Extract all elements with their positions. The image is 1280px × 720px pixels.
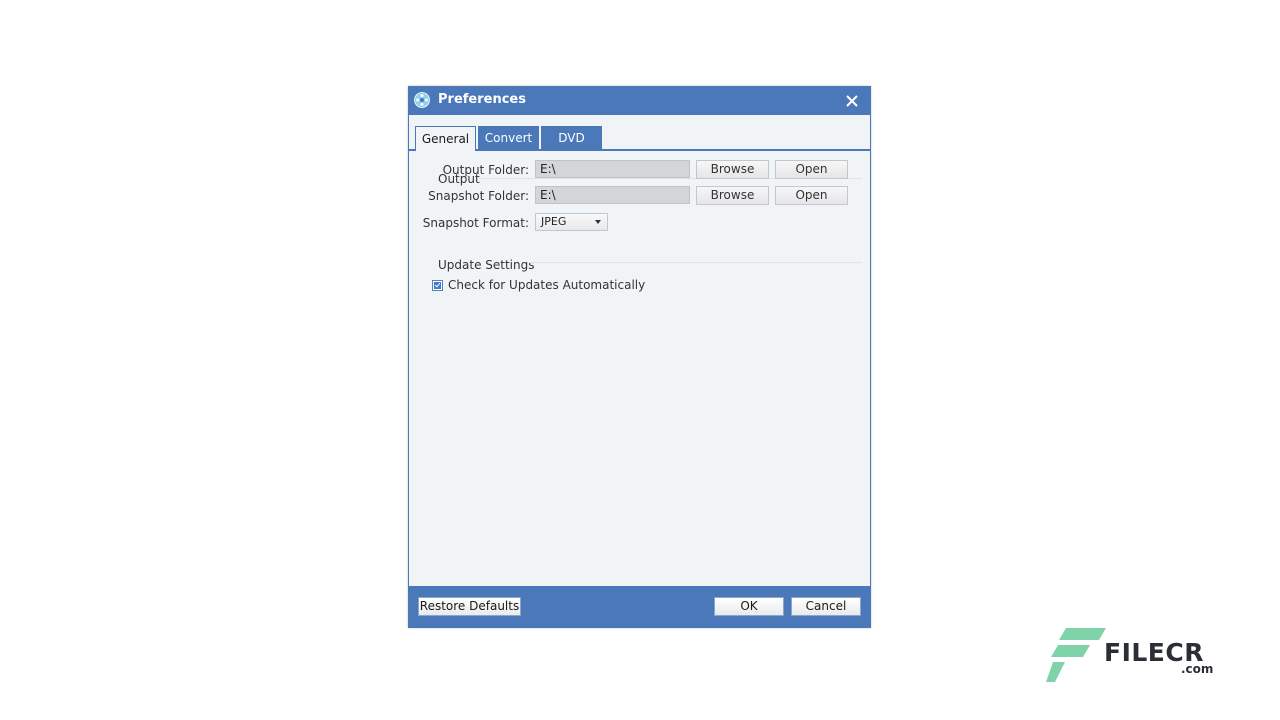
cancel-button[interactable]: Cancel bbox=[791, 597, 861, 616]
close-icon[interactable] bbox=[845, 93, 859, 107]
dialog-content: General Convert DVD Output Output Folder… bbox=[409, 115, 870, 586]
restore-defaults-button[interactable]: Restore Defaults bbox=[418, 597, 521, 616]
snapshot-folder-field[interactable] bbox=[535, 186, 690, 204]
filecr-watermark: FILECR .com bbox=[1046, 628, 1216, 684]
section-divider bbox=[529, 262, 862, 263]
snapshot-browse-button[interactable]: Browse bbox=[696, 186, 769, 205]
section-title-update: Update Settings bbox=[438, 258, 535, 272]
tab-convert[interactable]: Convert bbox=[478, 126, 539, 150]
chevron-down-icon bbox=[595, 220, 601, 224]
snapshot-format-value: JPEG bbox=[541, 215, 567, 228]
output-open-button[interactable]: Open bbox=[775, 160, 848, 179]
ok-button[interactable]: OK bbox=[714, 597, 784, 616]
auto-update-label[interactable]: Check for Updates Automatically bbox=[448, 278, 645, 292]
auto-update-checkbox[interactable] bbox=[432, 280, 443, 291]
dialog-title: Preferences bbox=[438, 92, 526, 107]
checkmark-icon bbox=[434, 282, 441, 289]
watermark-suffix: .com bbox=[1181, 662, 1214, 676]
preferences-dialog: Preferences General Convert DVD Output O… bbox=[408, 86, 871, 628]
tab-strip: General Convert DVD bbox=[409, 115, 870, 151]
snapshot-open-button[interactable]: Open bbox=[775, 186, 848, 205]
output-folder-field[interactable] bbox=[535, 160, 690, 178]
output-browse-button[interactable]: Browse bbox=[696, 160, 769, 179]
snapshot-format-select[interactable]: JPEG bbox=[535, 213, 608, 231]
snapshot-folder-label: Snapshot Folder: bbox=[428, 189, 529, 203]
title-bar: Preferences bbox=[408, 86, 871, 115]
film-reel-icon bbox=[414, 92, 430, 108]
tab-general[interactable]: General bbox=[415, 126, 476, 151]
tab-dvd[interactable]: DVD bbox=[541, 126, 602, 150]
output-folder-label: Output Folder: bbox=[442, 163, 529, 177]
filecr-logo-icon bbox=[1046, 628, 1106, 682]
snapshot-format-label: Snapshot Format: bbox=[422, 216, 529, 230]
